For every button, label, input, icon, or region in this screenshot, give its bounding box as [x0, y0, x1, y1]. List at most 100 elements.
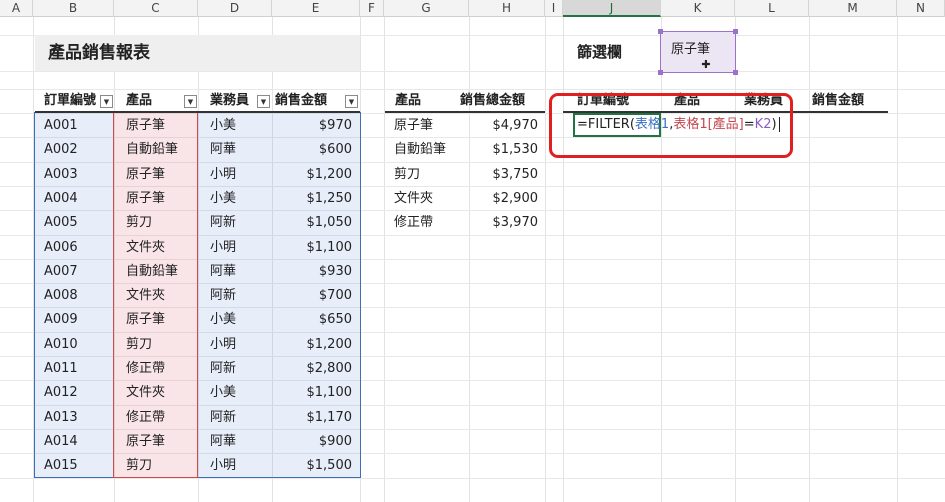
summary-header-line	[385, 111, 545, 113]
result-header: 銷售金額	[812, 93, 865, 108]
table-cell-salesperson: 小明	[210, 336, 237, 352]
table-cell-amount: $1,100	[306, 239, 353, 255]
table-cell-amount: $1,500	[306, 458, 353, 474]
cross-cursor-icon: ✚	[701, 58, 711, 71]
table-cell-amount: $600	[318, 142, 352, 158]
summary-header: 銷售總金額	[460, 93, 526, 108]
column-header-k[interactable]: K	[661, 0, 735, 17]
table-cell-orderid: A011	[44, 361, 78, 376]
handle-br[interactable]	[733, 70, 738, 75]
table-cell-orderid: A006	[44, 239, 78, 255]
column-header-a[interactable]: A	[0, 0, 33, 17]
table-cell-amount: $930	[318, 263, 352, 279]
table1-header-line	[35, 111, 360, 113]
column-header-f[interactable]: F	[360, 0, 384, 17]
table-cell-amount: $1,050	[306, 215, 353, 231]
summary-cell-total: $2,900	[492, 190, 539, 206]
table-cell-product: 剪刀	[126, 458, 153, 474]
filter-dropdown-icon[interactable]: ▼	[100, 95, 113, 108]
summary-cell-total: $3,750	[492, 166, 539, 182]
table-cell-orderid: A009	[44, 312, 78, 328]
table-cell-salesperson: 小美	[210, 312, 237, 328]
summary-header: 產品	[395, 93, 422, 108]
filter-label: 篩選欄	[577, 43, 623, 61]
table-cell-product: 原子筆	[126, 166, 166, 182]
table-cell-product: 文件夾	[126, 288, 166, 304]
table-cell-salesperson: 小美	[210, 118, 237, 133]
table-cell-product: 剪刀	[126, 215, 153, 231]
filter-dropdown-icon[interactable]: ▼	[257, 95, 270, 108]
table-cell-product: 原子筆	[126, 433, 166, 449]
table-cell-orderid: A005	[44, 215, 78, 231]
table-cell-product: 自動鉛筆	[126, 263, 179, 279]
table-cell-product: 自動鉛筆	[126, 142, 179, 158]
table-cell-salesperson: 阿新	[210, 409, 237, 425]
table-cell-orderid: A014	[44, 433, 78, 449]
table-cell-amount: $1,200	[306, 166, 353, 182]
summary-cell-product: 自動鉛筆	[394, 142, 447, 158]
table-cell-amount: $2,800	[306, 361, 353, 376]
table-cell-amount: $900	[318, 433, 352, 449]
handle-bl[interactable]	[658, 70, 663, 75]
table-cell-orderid: A003	[44, 166, 78, 182]
handle-tr[interactable]	[733, 29, 738, 34]
column-header-m[interactable]: M	[809, 0, 897, 17]
table-cell-salesperson: 小明	[210, 239, 237, 255]
table-cell-product: 文件夾	[126, 239, 166, 255]
summary-cell-total: $3,970	[492, 215, 539, 231]
table-cell-product: 文件夾	[126, 385, 166, 401]
column-header-d[interactable]: D	[198, 0, 272, 17]
report-title-band: 產品銷售報表	[35, 35, 360, 71]
table-cell-salesperson: 阿華	[210, 263, 237, 279]
table-cell-amount: $1,200	[306, 336, 353, 352]
column-header-h[interactable]: H	[469, 0, 545, 17]
report-title: 產品銷售報表	[48, 43, 150, 63]
handle-tl[interactable]	[658, 29, 663, 34]
table-cell-amount: $650	[318, 312, 352, 328]
table-cell-amount: $1,250	[306, 190, 353, 206]
table-cell-product: 原子筆	[126, 190, 166, 206]
table1-header: 銷售金額	[275, 93, 328, 108]
table-cell-salesperson: 小美	[210, 190, 237, 206]
filter-dropdown-icon[interactable]: ▼	[184, 95, 197, 108]
table-cell-salesperson: 阿華	[210, 433, 237, 449]
table1-header: 產品	[126, 93, 153, 108]
filter-cell-k2[interactable]: 原子筆 ✚	[658, 29, 738, 75]
column-header-g[interactable]: G	[384, 0, 469, 17]
table-cell-orderid: A002	[44, 142, 78, 158]
summary-cell-product: 原子筆	[394, 118, 434, 133]
table-cell-salesperson: 阿新	[210, 215, 237, 231]
grid-hline	[0, 71, 945, 72]
table-cell-orderid: A001	[44, 118, 78, 133]
table-cell-orderid: A004	[44, 190, 78, 206]
summary-cell-product: 修正帶	[394, 215, 434, 231]
column-header-i[interactable]: I	[545, 0, 563, 17]
column-header-n[interactable]: N	[897, 0, 945, 17]
table1-header: 訂單編號	[44, 93, 97, 108]
table-cell-orderid: A013	[44, 409, 78, 425]
table-cell-product: 修正帶	[126, 409, 166, 425]
table-cell-orderid: A008	[44, 288, 78, 304]
table-cell-product: 原子筆	[126, 118, 166, 133]
column-header-j[interactable]: J	[563, 0, 661, 17]
table-cell-product: 剪刀	[126, 336, 153, 352]
table-cell-amount: $700	[318, 288, 352, 304]
table-cell-amount: $970	[318, 118, 352, 133]
column-header-l[interactable]: L	[735, 0, 809, 17]
table-cell-amount: $1,100	[306, 385, 353, 401]
filter-dropdown-icon[interactable]: ▼	[345, 95, 358, 108]
table-cell-orderid: A007	[44, 263, 78, 279]
column-header-c[interactable]: C	[114, 0, 198, 17]
annotation-red-box	[549, 93, 793, 158]
table-cell-salesperson: 小明	[210, 458, 237, 474]
table-cell-salesperson: 小明	[210, 166, 237, 182]
column-header-b[interactable]: B	[33, 0, 114, 17]
table-cell-salesperson: 阿新	[210, 288, 237, 304]
summary-cell-product: 剪刀	[394, 166, 421, 182]
table-cell-orderid: A012	[44, 385, 78, 401]
table-cell-salesperson: 阿華	[210, 142, 237, 158]
summary-cell-total: $1,530	[492, 142, 539, 158]
column-header-e[interactable]: E	[272, 0, 360, 17]
filter-value: 原子筆	[671, 42, 711, 57]
table-cell-salesperson: 阿新	[210, 361, 237, 376]
